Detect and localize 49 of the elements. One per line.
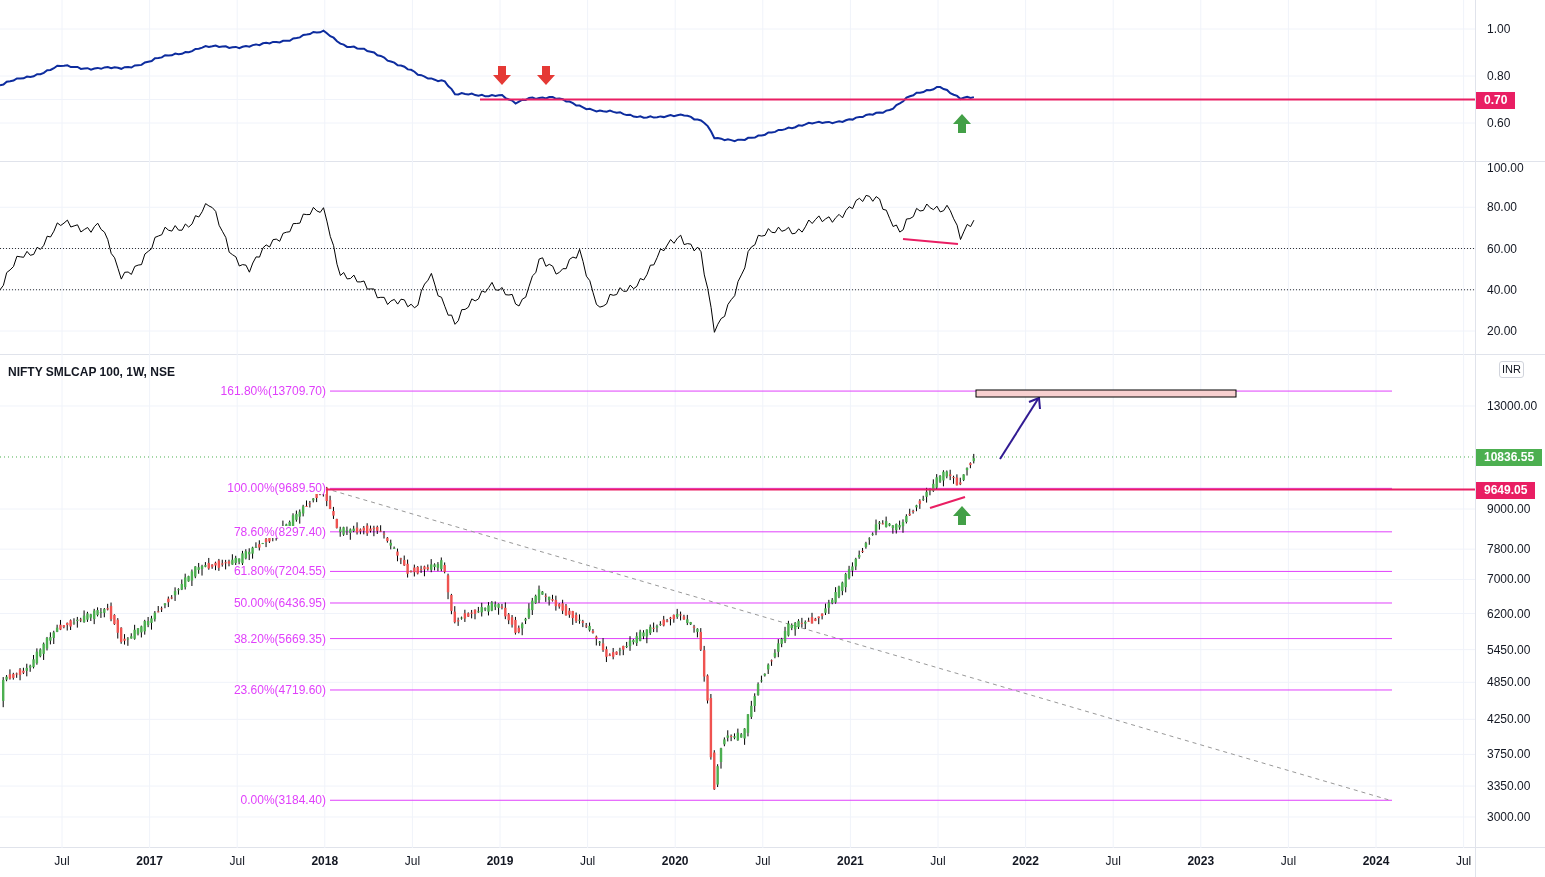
axis-label: 3000.00 — [1487, 810, 1531, 823]
fibonacci-level-label: 61.80%(7204.55) — [233, 565, 326, 578]
time-axis-label: Jul — [930, 855, 946, 867]
fibonacci-level-label: 161.80%(13709.70) — [220, 385, 326, 398]
time-axis-label: 2023 — [1187, 855, 1215, 867]
axis-label: 3750.00 — [1487, 748, 1531, 761]
chart-title: NIFTY SMLCAP 100, 1W, NSE — [8, 366, 175, 378]
time-axis-label: 2024 — [1362, 855, 1390, 867]
time-axis-label: 2019 — [486, 855, 514, 867]
axis-label: 1.00 — [1487, 23, 1511, 35]
time-axis-label: 2022 — [1012, 855, 1039, 867]
time-axis-label: Jul — [54, 855, 70, 867]
axis-label: 60.00 — [1487, 242, 1518, 255]
time-axis-label: 2018 — [311, 855, 339, 867]
axis-label: 0.60 — [1487, 117, 1511, 129]
time-axis-label: Jul — [1105, 855, 1121, 867]
price-tag: 10836.55 — [1476, 449, 1543, 466]
axis-label: 13000.00 — [1487, 399, 1538, 412]
axis-label: 0.80 — [1487, 70, 1511, 82]
price-tag: 9649.05 — [1476, 481, 1536, 499]
time-axis-label: Jul — [1280, 855, 1297, 867]
time-axis-label: Jul — [579, 855, 596, 867]
axis-label: 20.00 — [1487, 325, 1518, 337]
axis-label: 5450.00 — [1487, 643, 1531, 656]
price-tag: 0.70 — [1476, 91, 1516, 109]
fibonacci-level-label: 78.60%(8297.40) — [233, 525, 326, 538]
axis-label: 9000.00 — [1487, 503, 1531, 516]
currency-badge: INR — [1499, 361, 1524, 378]
axis-label: 7000.00 — [1487, 573, 1531, 586]
time-axis-label: 2017 — [136, 855, 163, 867]
axis-label: 4850.00 — [1487, 676, 1531, 689]
axis-label: 100.00 — [1487, 162, 1524, 174]
fibonacci-level-label: 38.20%(5669.35) — [233, 632, 326, 645]
fibonacci-level-label: 100.00%(9689.50) — [227, 482, 326, 495]
fibonacci-level-label: 23.60%(4719.60) — [233, 683, 326, 696]
fibonacci-level-label: 0.00%(3184.40) — [240, 794, 326, 807]
axis-label: 6200.00 — [1487, 607, 1531, 620]
time-axis-label: 2021 — [837, 855, 864, 867]
time-axis-label: Jul — [404, 855, 421, 867]
axis-label: 7800.00 — [1487, 543, 1531, 556]
axis-label: 4250.00 — [1487, 713, 1531, 726]
time-axis-label: Jul — [1455, 855, 1472, 867]
fibonacci-level-label: 50.00%(6436.95) — [233, 597, 326, 609]
axis-label: 40.00 — [1487, 283, 1518, 296]
time-axis-label: Jul — [755, 855, 771, 867]
axis-label: 3350.00 — [1487, 780, 1531, 793]
time-axis-label: Jul — [229, 855, 245, 867]
axis-label: 80.00 — [1487, 201, 1518, 214]
time-axis-label: 2020 — [661, 855, 689, 867]
